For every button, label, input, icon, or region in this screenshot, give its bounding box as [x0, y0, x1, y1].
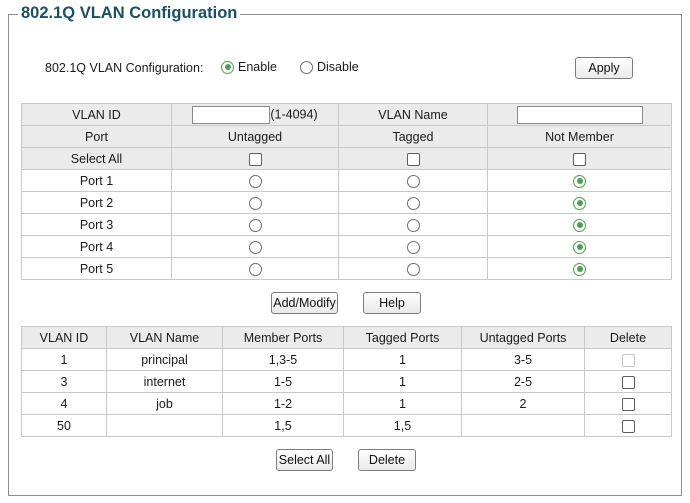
- vlan-name-label: VLAN Name: [338, 103, 488, 126]
- col-untagged: Untagged: [171, 125, 339, 148]
- delete-checkbox[interactable]: [621, 397, 635, 411]
- vlan-list-table: VLAN ID VLAN Name Member Ports Tagged Ports…: [21, 326, 672, 437]
- enable-radio[interactable]: [221, 60, 234, 74]
- port-row: Port 4: [21, 235, 672, 258]
- port-name: Port 1: [21, 169, 172, 192]
- cell-vlan-id: 1: [21, 348, 107, 371]
- list-header-cell: VLAN Name: [106, 326, 223, 349]
- select-all-button[interactable]: Select All: [276, 449, 333, 471]
- port-not-member-radio[interactable]: [573, 218, 586, 232]
- add-modify-button[interactable]: Add/Modify: [271, 292, 338, 314]
- table-row: 3 internet 1-5 1 2-5: [21, 370, 672, 393]
- delete-checkbox[interactable]: [621, 419, 635, 433]
- vlan-id-range: (1-4094): [270, 106, 318, 121]
- vlan-id-cell: (1-4094): [171, 103, 339, 126]
- port-row: Port 1: [21, 169, 672, 192]
- col-not-member: Not Member: [487, 125, 672, 148]
- vlan-id-input[interactable]: [192, 105, 271, 124]
- port-untagged-radio[interactable]: [248, 262, 262, 276]
- enable-option[interactable]: Enable: [221, 60, 277, 74]
- col-port: Port: [21, 125, 172, 148]
- cell-name: job: [106, 392, 223, 415]
- help-button[interactable]: Help: [363, 292, 421, 314]
- port-tagged-radio[interactable]: [406, 240, 420, 254]
- cell-untagged: 2: [461, 392, 585, 415]
- cell-member: 1-2: [222, 392, 344, 415]
- cell-untagged: 2-5: [461, 370, 585, 393]
- cell-vlan-id: 50: [21, 414, 107, 437]
- disable-label: Disable: [317, 60, 359, 74]
- cell-untagged: [461, 414, 585, 437]
- delete-checkbox[interactable]: [621, 375, 635, 389]
- cell-tagged: 1: [343, 348, 462, 371]
- select-all-row: Select All: [21, 147, 672, 170]
- cell-name: internet: [106, 370, 223, 393]
- list-header-cell: VLAN ID: [21, 326, 107, 349]
- port-row: Port 3: [21, 213, 672, 236]
- table-row: 1 principal 1,3-5 1 3-5: [21, 348, 672, 371]
- list-header-cell: Member Ports: [222, 326, 344, 349]
- port-untagged-radio[interactable]: [248, 218, 262, 232]
- vlan-id-label: VLAN ID: [21, 103, 172, 126]
- cell-member: 1,5: [222, 414, 344, 437]
- port-name: Port 3: [21, 213, 172, 236]
- cell-tagged: 1,5: [343, 414, 462, 437]
- apply-button[interactable]: Apply: [575, 57, 633, 79]
- vlan-form-table: VLAN ID (1-4094) VLAN Name Port Untagged…: [21, 103, 672, 280]
- cell-name: principal: [106, 348, 223, 371]
- table-row: 4 job 1-2 1 2: [21, 392, 672, 415]
- port-name: Port 4: [21, 235, 172, 258]
- vlan-name-input[interactable]: [516, 105, 643, 124]
- cell-tagged: 1: [343, 370, 462, 393]
- select-all-untagged-checkbox[interactable]: [248, 152, 262, 166]
- cell-untagged: 3-5: [461, 348, 585, 371]
- port-untagged-radio[interactable]: [248, 240, 262, 254]
- disable-radio[interactable]: [300, 60, 313, 74]
- list-header-cell: Untagged Ports: [461, 326, 585, 349]
- col-tagged: Tagged: [338, 125, 488, 148]
- port-row: Port 2: [21, 191, 672, 214]
- port-row: Port 5: [21, 257, 672, 280]
- cell-tagged: 1: [343, 392, 462, 415]
- cell-vlan-id: 4: [21, 392, 107, 415]
- port-name: Port 2: [21, 191, 172, 214]
- port-not-member-radio[interactable]: [573, 174, 586, 188]
- cell-member: 1-5: [222, 370, 344, 393]
- port-untagged-radio[interactable]: [248, 196, 262, 210]
- delete-checkbox: [621, 353, 635, 367]
- cell-member: 1,3-5: [222, 348, 344, 371]
- port-not-member-radio[interactable]: [573, 240, 586, 254]
- disable-option[interactable]: Disable: [300, 60, 359, 74]
- table-row: 50 1,5 1,5: [21, 414, 672, 437]
- cell-name: [106, 414, 223, 437]
- port-untagged-radio[interactable]: [248, 174, 262, 188]
- select-all-not-member-checkbox[interactable]: [573, 152, 586, 166]
- port-tagged-radio[interactable]: [406, 218, 420, 232]
- select-all-tagged-checkbox[interactable]: [406, 152, 420, 166]
- port-header-row: Port Untagged Tagged Not Member: [21, 125, 672, 148]
- list-header-cell: Delete: [584, 326, 672, 349]
- vlan-list-header: VLAN ID VLAN Name Member Ports Tagged Ports…: [21, 326, 672, 349]
- port-not-member-radio[interactable]: [573, 262, 586, 276]
- vlan-name-cell: [487, 103, 672, 126]
- port-tagged-radio[interactable]: [406, 196, 420, 210]
- select-all-label: Select All: [21, 147, 172, 170]
- cell-vlan-id: 3: [21, 370, 107, 393]
- page-title: 802.1Q VLAN Configuration: [18, 4, 241, 23]
- list-header-cell: Tagged Ports: [343, 326, 462, 349]
- enable-label: Enable: [238, 60, 277, 74]
- delete-button[interactable]: Delete: [358, 449, 416, 471]
- vlan-id-row: VLAN ID (1-4094) VLAN Name: [21, 103, 672, 126]
- port-name: Port 5: [21, 257, 172, 280]
- vlan-config-label: 802.1Q VLAN Configuration:: [45, 61, 204, 75]
- port-tagged-radio[interactable]: [406, 262, 420, 276]
- port-tagged-radio[interactable]: [406, 174, 420, 188]
- port-not-member-radio[interactable]: [573, 196, 586, 210]
